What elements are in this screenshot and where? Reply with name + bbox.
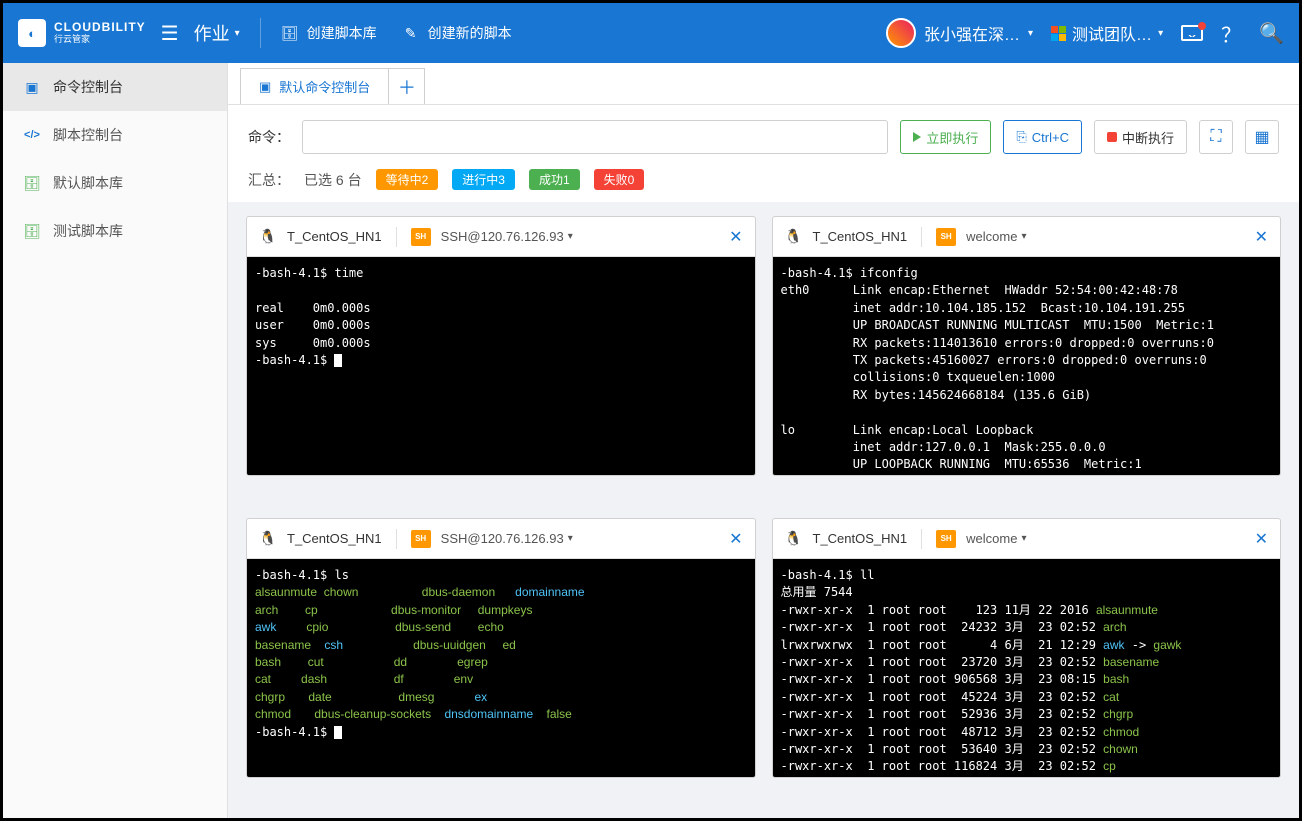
command-input[interactable] — [302, 120, 888, 154]
command-label: 命令： — [248, 127, 290, 147]
terminal-card: 🐧 T_CentOS_HN1 SH SSH@120.76.126.93 ▾ 等待中 ✕ -b… — [246, 216, 756, 476]
sidebar: ▣ 命令控制台 </> 脚本控制台 🗄 默认脚本库 🗄 测试脚本库 — [3, 63, 228, 818]
close-icon[interactable]: ✕ — [729, 529, 742, 549]
job-dropdown[interactable]: 作业▾ — [194, 20, 240, 46]
ssh-icon: SH — [411, 228, 431, 246]
team-menu[interactable]: 测试团队…▾ — [1051, 21, 1163, 45]
terminal-name: T_CentOS_HN1 — [813, 229, 908, 244]
logo: ◐ CLOUDBILITY行云管家 — [18, 19, 146, 47]
avatar — [886, 18, 916, 48]
execute-button[interactable]: 立即执行 — [900, 120, 991, 154]
close-icon[interactable]: ✕ — [1255, 529, 1268, 549]
badge-waiting: 等待中2 — [376, 169, 439, 190]
connection-label[interactable]: SSH@120.76.126.93 ▾ — [441, 229, 573, 244]
close-icon[interactable]: ✕ — [729, 227, 742, 247]
sidebar-item-0[interactable]: ▣ 命令控制台 — [3, 63, 227, 111]
sidebar-item-1[interactable]: </> 脚本控制台 — [3, 111, 227, 159]
terminal-output[interactable]: -bash-4.1$ ls alsaunmute chown dbus-daem… — [247, 559, 755, 777]
linux-icon: 🐧 — [259, 228, 277, 246]
chevron-down-icon: ▾ — [1158, 28, 1163, 39]
create-script-lib-button[interactable]: 🗄创建脚本库 — [281, 23, 377, 43]
db-green-icon: 🗄 — [23, 174, 41, 192]
tab-default-console[interactable]: ▣默认命令控制台 — [240, 68, 389, 104]
sidebar-item-3[interactable]: 🗄 测试脚本库 — [3, 207, 227, 255]
terminal-icon: ▣ — [23, 78, 41, 96]
command-bar: 命令： 立即执行 ⎘Ctrl+C 中断执行 ⛶ ▦ — [228, 105, 1299, 169]
connection-label[interactable]: welcome ▾ — [966, 229, 1026, 244]
chevron-down-icon: ▾ — [568, 533, 573, 544]
ctrl-c-button[interactable]: ⎘Ctrl+C — [1003, 120, 1082, 154]
sidebar-item-label: 命令控制台 — [53, 77, 123, 97]
abort-button[interactable]: 中断执行 — [1094, 120, 1187, 154]
ssh-icon: SH — [936, 530, 956, 548]
badge-success: 成功1 — [529, 169, 580, 190]
summary-bar: 汇总： 已选 6 台 等待中2 进行中3 成功1 失败0 — [228, 169, 1299, 202]
terminal-grid: 🐧 T_CentOS_HN1 SH SSH@120.76.126.93 ▾ 等待中 ✕ -b… — [228, 202, 1299, 818]
logo-text-en: CLOUDBILITY — [54, 21, 146, 34]
tab-bar: ▣默认命令控制台 ＋ — [228, 63, 1299, 105]
connection-label[interactable]: welcome ▾ — [966, 531, 1026, 546]
linux-icon: 🐧 — [785, 530, 803, 548]
logo-text-cn: 行云管家 — [54, 35, 146, 45]
app-header: ◐ CLOUDBILITY行云管家 ☰ 作业▾ 🗄创建脚本库 ✎创建新的脚本 张… — [3, 3, 1299, 63]
console-icon: ▣ — [259, 79, 271, 95]
linux-icon: 🐧 — [785, 228, 803, 246]
sidebar-item-label: 默认脚本库 — [53, 173, 123, 193]
connection-label[interactable]: SSH@120.76.126.93 ▾ — [441, 531, 573, 546]
logo-icon: ◐ — [18, 19, 46, 47]
expand-icon[interactable]: ⛶ — [1199, 120, 1233, 154]
help-icon[interactable]: ？ — [1221, 19, 1241, 48]
create-new-script-button[interactable]: ✎创建新的脚本 — [402, 23, 512, 43]
sidebar-item-label: 脚本控制台 — [53, 125, 123, 145]
ssh-icon: SH — [936, 228, 956, 246]
summary-label: 汇总： — [248, 170, 290, 190]
database-icon: 🗄 — [281, 24, 299, 42]
play-icon — [913, 132, 921, 142]
new-script-icon: ✎ — [402, 24, 420, 42]
terminal-card: 🐧 T_CentOS_HN1 SH SSH@120.76.126.93 ▾ 进行中 ✕ -b… — [246, 518, 756, 778]
terminal-output[interactable]: -bash-4.1$ ll 总用量 7544 -rwxr-xr-x 1 root… — [773, 559, 1281, 777]
terminal-name: T_CentOS_HN1 — [813, 531, 908, 546]
db-green-icon: 🗄 — [23, 222, 41, 240]
terminal-name: T_CentOS_HN1 — [287, 531, 382, 546]
status-badge: 等待中 — [655, 226, 711, 247]
stop-icon — [1107, 132, 1117, 142]
summary-selected: 已选 6 台 — [304, 170, 362, 190]
chevron-down-icon: ▾ — [568, 231, 573, 242]
linux-icon: 🐧 — [259, 530, 277, 548]
status-badge: 成功 — [1193, 528, 1237, 549]
search-icon[interactable]: 🔍 — [1259, 21, 1284, 46]
terminal-card: 🐧 T_CentOS_HN1 SH welcome ▾ 进行中 ✕ -bash-4.1$ i… — [772, 216, 1282, 476]
ssh-icon: SH — [411, 530, 431, 548]
copy-icon: ⎘ — [1016, 129, 1026, 145]
terminal-output[interactable]: -bash-4.1$ ifconfig eth0 Link encap:Ethe… — [773, 257, 1281, 475]
terminal-header: 🐧 T_CentOS_HN1 SH welcome ▾ 成功 ✕ — [773, 519, 1281, 559]
terminal-card: 🐧 T_CentOS_HN1 SH welcome ▾ 成功 ✕ -bash-4.1$ ll… — [772, 518, 1282, 778]
terminal-header: 🐧 T_CentOS_HN1 SH welcome ▾ 进行中 ✕ — [773, 217, 1281, 257]
windows-icon — [1051, 26, 1066, 41]
terminal-header: 🐧 T_CentOS_HN1 SH SSH@120.76.126.93 ▾ 等待中 ✕ — [247, 217, 755, 257]
sidebar-item-2[interactable]: 🗄 默认脚本库 — [3, 159, 227, 207]
terminal-output[interactable]: -bash-4.1$ time real 0m0.000s user 0m0.0… — [247, 257, 755, 475]
terminal-name: T_CentOS_HN1 — [287, 229, 382, 244]
badge-progress: 进行中3 — [452, 169, 515, 190]
chevron-down-icon: ▾ — [1021, 533, 1026, 544]
chevron-down-icon: ▾ — [1021, 231, 1026, 242]
badge-fail: 失败0 — [594, 169, 645, 190]
chevron-down-icon: ▾ — [1028, 28, 1033, 39]
grid-icon[interactable]: ▦ — [1245, 120, 1279, 154]
sidebar-item-label: 测试脚本库 — [53, 221, 123, 241]
status-badge: 进行中 — [655, 528, 711, 549]
code-icon: </> — [23, 126, 41, 144]
user-menu[interactable]: 张小强在深…▾ — [886, 18, 1033, 48]
divider — [260, 18, 261, 48]
terminal-header: 🐧 T_CentOS_HN1 SH SSH@120.76.126.93 ▾ 进行中 ✕ — [247, 519, 755, 559]
chevron-down-icon: ▾ — [235, 28, 240, 39]
mail-icon[interactable] — [1181, 25, 1203, 41]
close-icon[interactable]: ✕ — [1255, 227, 1268, 247]
hamburger-icon[interactable]: ☰ — [161, 21, 179, 46]
status-badge: 进行中 — [1181, 226, 1237, 247]
add-tab-button[interactable]: ＋ — [389, 68, 425, 104]
